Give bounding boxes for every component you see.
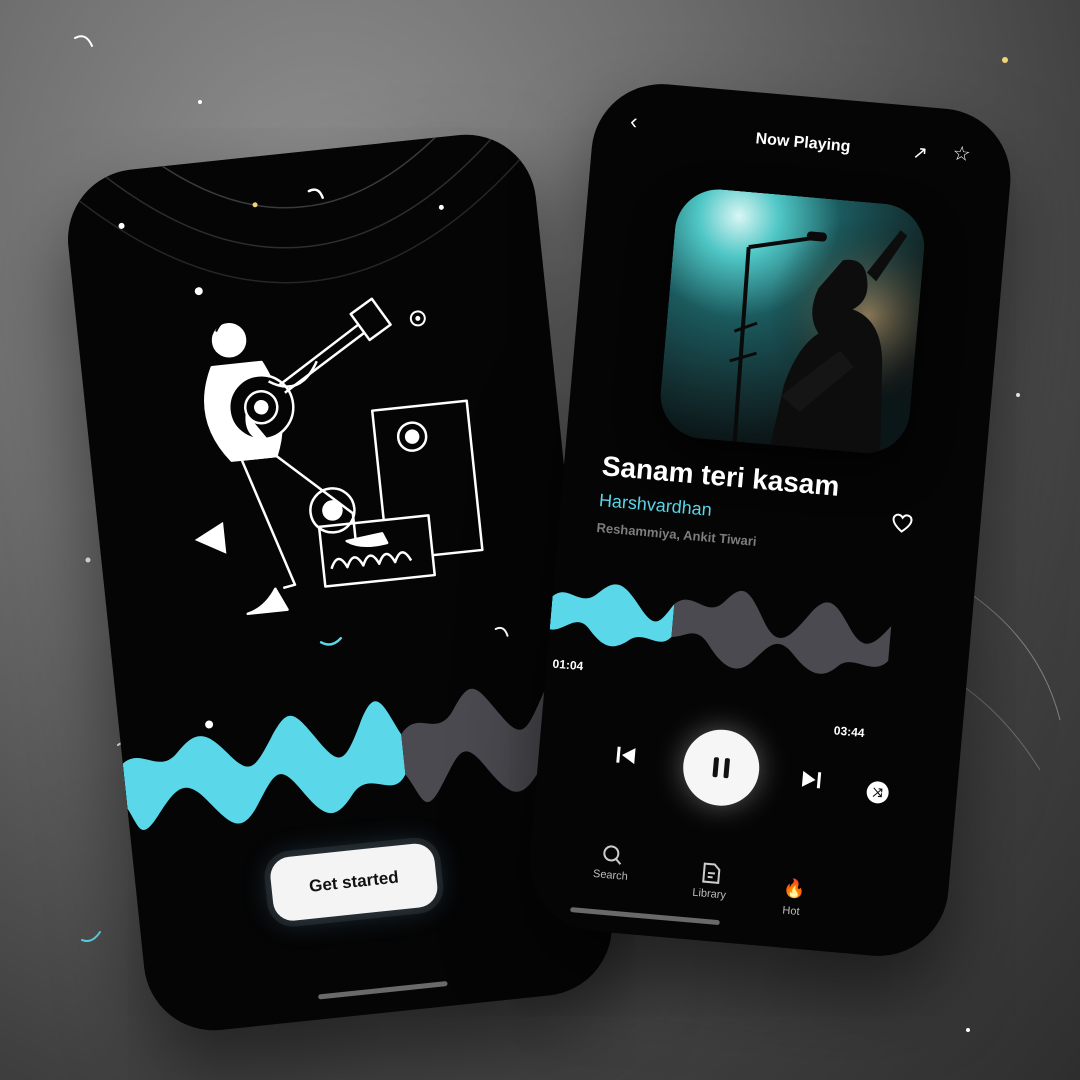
featured-artists: Reshammiya, Ankit Tiwari (596, 519, 758, 549)
nav-library-label[interactable]: Library (674, 885, 745, 903)
next-track-icon[interactable] (799, 767, 825, 793)
previous-track-icon[interactable] (613, 742, 639, 768)
star-icon[interactable]: ☆ (952, 143, 972, 166)
nav-search-label[interactable]: Search (575, 866, 646, 884)
guitarist-illustration (204, 297, 484, 616)
album-art (656, 185, 928, 457)
progress-waveform[interactable] (547, 571, 973, 697)
home-indicator (570, 907, 720, 926)
search-icon[interactable] (599, 842, 625, 868)
shuffle-icon[interactable]: ⤨ (865, 780, 890, 805)
artist-name[interactable]: Harshvardhan (598, 490, 712, 521)
pause-icon (712, 757, 730, 779)
heart-icon[interactable] (889, 511, 915, 537)
nav-hot-label[interactable]: Hot (756, 902, 827, 920)
fire-icon[interactable]: 🔥 (782, 878, 806, 901)
elapsed-time: 01:04 (552, 656, 584, 674)
onboarding-phone: Get started (61, 127, 619, 1038)
total-duration: 03:44 (833, 723, 866, 741)
pause-button[interactable] (680, 726, 763, 809)
now-playing-phone: ‹ Now Playing ↗ ☆ Sanam teri kasam Harsh… (523, 78, 1017, 962)
library-icon[interactable] (698, 860, 724, 886)
now-playing-title: Now Playing (754, 130, 852, 156)
concert-photo (656, 185, 928, 457)
share-arrow-icon[interactable]: ↗ (912, 142, 929, 163)
